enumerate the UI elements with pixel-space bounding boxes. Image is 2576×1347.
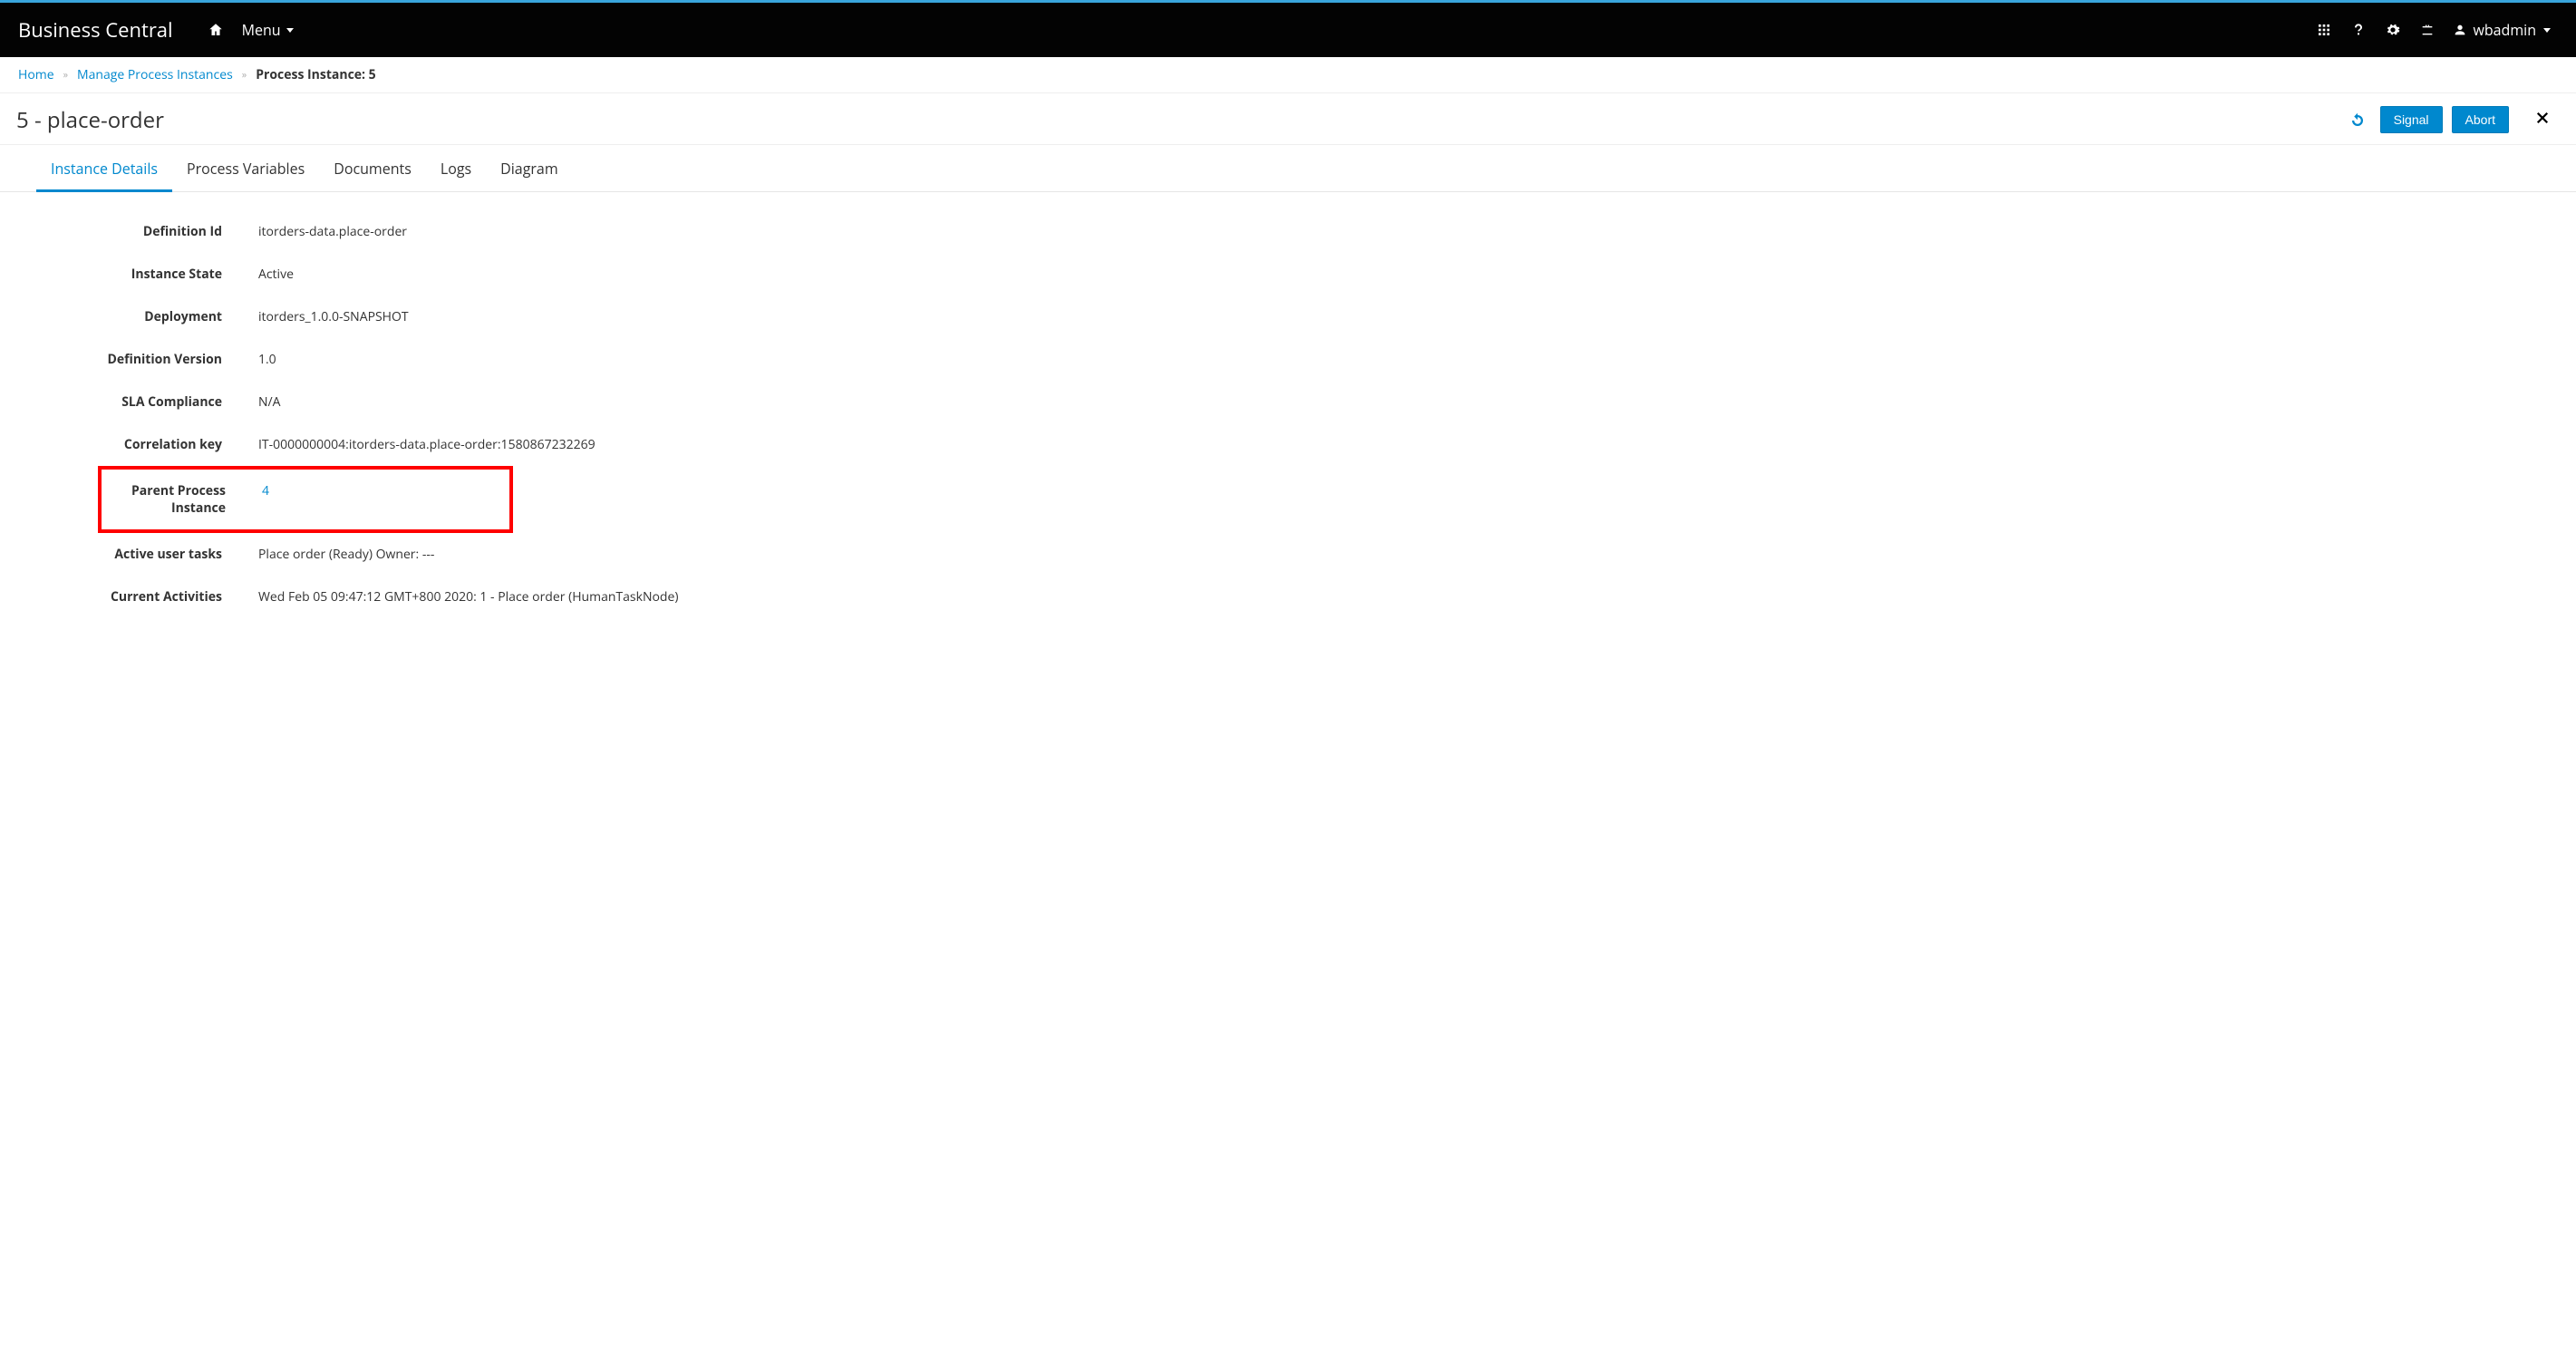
- breadcrumb-current: Process Instance: 5: [256, 66, 375, 83]
- value-parent-process: 4: [262, 482, 269, 499]
- label-instance-state: Instance State: [36, 266, 258, 283]
- menu-label: Menu: [242, 20, 281, 40]
- brand-title: Business Central: [18, 16, 173, 44]
- value-deployment: itorders_1.0.0-SNAPSHOT: [258, 308, 409, 325]
- user-name: wbadmin: [2473, 20, 2536, 40]
- label-current-activities: Current Activities: [36, 588, 258, 606]
- breadcrumb-separator: »: [63, 68, 68, 82]
- chevron-down-icon: [286, 28, 294, 33]
- value-definition-version: 1.0: [258, 351, 276, 368]
- grid-icon: [2317, 23, 2331, 37]
- signal-button[interactable]: Signal: [2380, 106, 2443, 133]
- highlight-parent-process: Parent Process Instance 4: [98, 466, 513, 533]
- refresh-button[interactable]: [2344, 105, 2371, 135]
- value-correlation-key: IT-0000000004:itorders-data.place-order:…: [258, 436, 596, 453]
- settings-icon-button[interactable]: [2377, 15, 2409, 44]
- label-definition-id: Definition Id: [36, 223, 258, 240]
- row-deployment: Deployment itorders_1.0.0-SNAPSHOT: [36, 296, 2540, 338]
- page-title: 5 - place-order: [16, 105, 164, 135]
- briefcase-icon: [2420, 23, 2435, 37]
- row-instance-state: Instance State Active: [36, 253, 2540, 296]
- tab-diagram[interactable]: Diagram: [486, 146, 572, 192]
- home-icon-button[interactable]: [199, 15, 233, 45]
- nav-right-group: wbadmin: [2308, 13, 2558, 47]
- breadcrumb-manage-link[interactable]: Manage Process Instances: [77, 66, 233, 83]
- row-definition-version: Definition Version 1.0: [36, 338, 2540, 381]
- label-deployment: Deployment: [36, 308, 258, 325]
- menu-dropdown[interactable]: Menu: [233, 13, 303, 47]
- value-definition-id: itorders-data.place-order: [258, 223, 407, 240]
- admin-icon-button[interactable]: [2411, 15, 2444, 44]
- row-parent-process: Parent Process Instance 4: [102, 477, 509, 522]
- row-current-activities: Current Activities Wed Feb 05 09:47:12 G…: [36, 576, 2540, 618]
- tab-documents[interactable]: Documents: [319, 146, 426, 192]
- refresh-icon: [2349, 112, 2366, 129]
- user-menu[interactable]: wbadmin: [2445, 13, 2558, 47]
- user-icon: [2453, 23, 2467, 37]
- gear-icon: [2386, 23, 2400, 37]
- instance-details-panel: Definition Id itorders-data.place-order …: [0, 192, 2576, 636]
- label-definition-version: Definition Version: [36, 351, 258, 368]
- label-active-user-tasks: Active user tasks: [36, 546, 258, 563]
- value-instance-state: Active: [258, 266, 294, 283]
- value-current-activities: Wed Feb 05 09:47:12 GMT+800 2020: 1 - Pl…: [258, 588, 678, 606]
- help-icon-button[interactable]: [2342, 15, 2375, 44]
- home-icon: [208, 22, 224, 38]
- page-header: 5 - place-order Signal Abort: [0, 93, 2576, 145]
- label-parent-process: Parent Process Instance: [102, 482, 262, 517]
- row-active-user-tasks: Active user tasks Place order (Ready) Ow…: [36, 533, 2540, 576]
- breadcrumb-home-link[interactable]: Home: [18, 66, 54, 83]
- tabs: Instance Details Process Variables Docum…: [0, 145, 2576, 192]
- close-icon: [2534, 110, 2551, 126]
- question-icon: [2351, 23, 2366, 37]
- tab-instance-details[interactable]: Instance Details: [36, 146, 172, 192]
- row-definition-id: Definition Id itorders-data.place-order: [36, 210, 2540, 253]
- apps-icon-button[interactable]: [2308, 15, 2340, 44]
- label-sla-compliance: SLA Compliance: [36, 393, 258, 411]
- tab-logs[interactable]: Logs: [426, 146, 486, 192]
- label-correlation-key: Correlation key: [36, 436, 258, 453]
- abort-button[interactable]: Abort: [2452, 106, 2509, 133]
- value-sla-compliance: N/A: [258, 393, 281, 411]
- breadcrumb: Home » Manage Process Instances » Proces…: [0, 57, 2576, 93]
- row-correlation-key: Correlation key IT-0000000004:itorders-d…: [36, 423, 2540, 466]
- tab-process-variables[interactable]: Process Variables: [172, 146, 319, 192]
- breadcrumb-separator: »: [242, 68, 247, 82]
- close-button[interactable]: [2527, 104, 2558, 135]
- row-sla-compliance: SLA Compliance N/A: [36, 381, 2540, 423]
- parent-process-link[interactable]: 4: [262, 482, 269, 499]
- value-active-user-tasks: Place order (Ready) Owner: ---: [258, 546, 434, 563]
- chevron-down-icon: [2543, 28, 2551, 33]
- page-actions: Signal Abort: [2344, 104, 2558, 135]
- top-navbar: Business Central Menu wbadmin: [0, 3, 2576, 57]
